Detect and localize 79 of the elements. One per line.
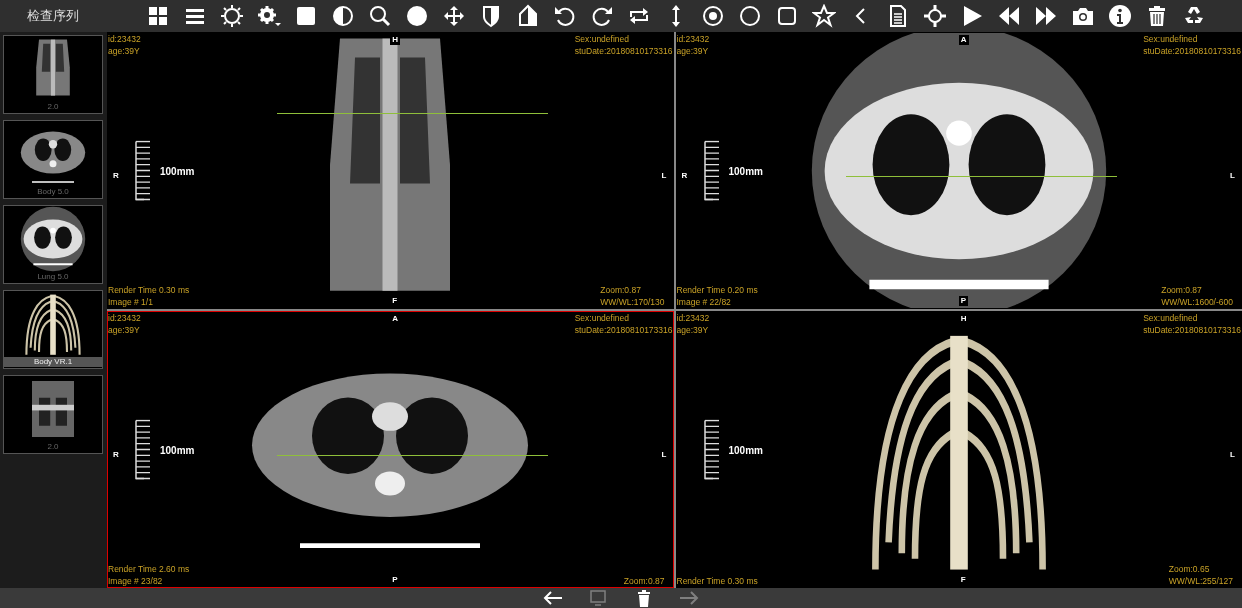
panel-title: 检查序列 [25,7,80,26]
overlay-text: Zoom:0.87 [1161,284,1203,296]
gear-dropdown-icon[interactable] [256,3,282,29]
scale-label: 100mm [728,443,763,457]
overlay-text: Render Time 0.30 ms [108,284,190,296]
series-label: Lung 5.0 [37,272,69,282]
orientation-label: F [958,575,968,585]
overlay-text: Render Time 2.60 ms [108,563,190,575]
overlay-text: stuDate:20180810173316 [574,324,673,336]
overlay-text: Zoom:0.65 [1168,563,1211,575]
overlay-text: Image # 1/1 [108,296,154,308]
contrast-icon[interactable] [330,3,356,29]
overlay-text: Render Time 0.20 ms [676,284,758,296]
overlay-text: WW/WL:1600/-600 [1161,296,1233,308]
series-thumbnail[interactable]: Lung 5.0 [3,205,103,284]
image-viewport[interactable]: 100mm id:23432 age:39Y Sex:undefined stuDate:20180810173316 Render Time 0.20 ms Image # 22/82 Zoom:0.87 WW/WL:1600/-600 A P R L [675,32,1242,309]
overlay-text: Sex:undefined [1143,312,1199,324]
series-thumbnail[interactable]: Body 5.0 [3,120,103,199]
scale-label: 100mm [160,164,195,178]
orientation-label: R [111,170,121,181]
orientation-label: R [111,449,121,460]
search-icon[interactable] [367,3,393,29]
series-label: 2.0 [47,442,59,452]
orientation-label: R [679,170,690,181]
ring-icon[interactable] [737,3,763,29]
overlay-text: stuDate:20180810173316 [1143,324,1241,336]
overlay-text: Render Time 0.30 ms [676,575,758,587]
orientation-label: P [958,296,969,306]
orientation-label: H [390,35,401,45]
scale-ruler [134,140,152,201]
scale-label: 100mm [728,164,763,178]
overlay-text: id:23432 [108,312,141,324]
overlay-text: WW/WL:255/127 [1168,575,1233,587]
image-viewport[interactable]: 100mm id:23432 age:39Y Sex:undefined stuDate:20180810173316 Render Time 0.30 ms Zoom:0.65 WW/WL:255/127 H F L [675,311,1242,588]
orientation-label: L [1228,449,1237,460]
orientation-label: A [958,35,969,45]
overlay-text: Sex:undefined [1143,33,1199,45]
overlay-text: Image # 22/82 [676,296,732,308]
info-icon[interactable] [1107,3,1133,29]
orientation-label: A [390,314,401,324]
overlay-text: stuDate:20180810173316 [574,45,673,57]
overlay-text: id:23432 [108,33,141,45]
series-label: Body 5.0 [37,187,69,197]
scale-ruler [134,419,152,480]
orientation-label: F [390,296,400,306]
orientation-label: L [659,449,669,460]
image-viewport[interactable]: 100mm id:23432 age:39Y Sex:undefined stuDate:20180810173316 Render Time 2.60 ms Image # 23/82 Zoom:0.87 A P R L [107,311,674,588]
series-label: Body VR.1 [4,357,102,367]
scale-ruler [702,140,721,201]
overlay-text: id:23432 [676,33,710,45]
overlay-text: age:39Y [108,45,141,57]
series-label: 2.0 [47,102,59,112]
overlay-text: age:39Y [676,45,710,57]
overlay-text: age:39Y [676,324,710,336]
image-viewport[interactable]: 100mm id:23432 age:39Y Sex:undefined stuDate:20180810173316 Render Time 0.30 ms Image # 1/1 Zoom:0.87 WW/WL:170/130 H F R L [107,32,674,309]
overlay-text: Sex:undefined [574,312,630,324]
series-thumbnail[interactable]: Body VR.1 [3,290,103,369]
star-icon[interactable] [811,3,837,29]
overlay-text: Zoom:0.87 [623,575,665,587]
overlay-text: Image # 23/82 [108,575,164,587]
target-icon[interactable] [700,3,726,29]
overlay-text: stuDate:20180810173316 [1143,45,1241,57]
overlay-text: WW/WL:170/130 [600,296,665,308]
overlay-text: Zoom:0.87 [600,284,642,296]
circle-icon[interactable] [404,3,430,29]
crosshair-icon[interactable] [922,3,948,29]
scale-ruler [702,419,721,480]
series-thumbnail[interactable]: 2.0 [3,35,103,114]
series-thumbnail[interactable]: 2.0 [3,375,103,454]
orientation-label: L [659,170,669,181]
orientation-label: L [1228,170,1237,181]
orientation-label: P [390,575,400,585]
sun-icon[interactable] [219,3,245,29]
overlay-text: id:23432 [676,312,710,324]
orientation-label: H [958,314,969,324]
overlay-text: Sex:undefined [574,33,630,45]
lung-ct-drawing [18,206,88,272]
scale-label: 100mm [160,443,195,457]
overlay-text: age:39Y [108,324,141,336]
